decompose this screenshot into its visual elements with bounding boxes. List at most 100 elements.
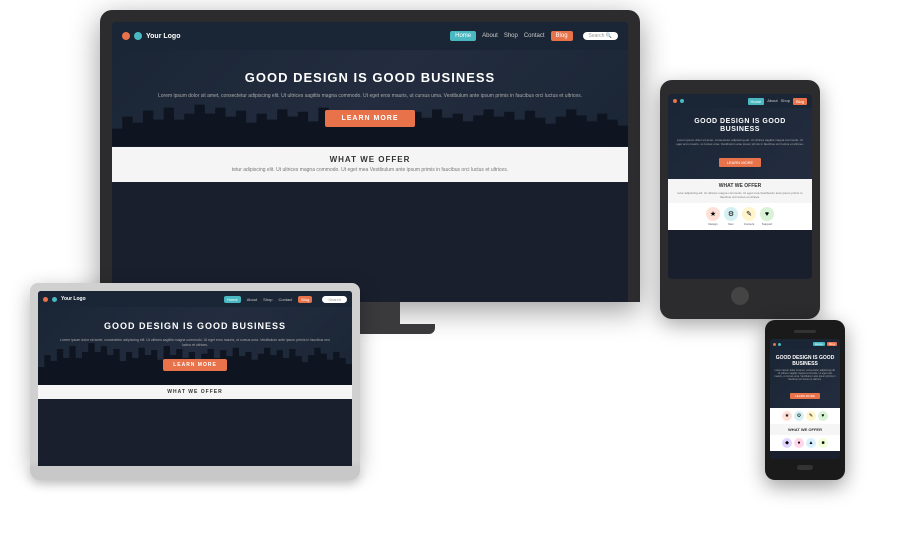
phone-nav-blog[interactable]: Blog [827, 342, 837, 346]
phone-speaker [794, 330, 816, 333]
tablet-icon-circle-3: ✎ [742, 207, 756, 221]
phone-hero-title: GOOD DESIGN IS GOOD BUSINESS [774, 355, 836, 367]
laptop-offer: WHAT WE OFFER [38, 385, 352, 399]
tablet-icons-row: ★ Design ⚙ Dev ✎ Content ♥ Support [668, 203, 812, 230]
tablet-icon-label-3: Content [744, 222, 755, 226]
monitor-cta-button[interactable]: LEARN MORE [325, 110, 414, 127]
tablet-icon-1: ★ Design [706, 207, 720, 226]
tablet-offer: WHAT WE OFFER tetur adipiscing elit. Ut … [668, 179, 812, 203]
phone-logo-dot-orange [773, 343, 776, 346]
laptop-search[interactable]: Search [322, 296, 347, 303]
laptop-logo-dot-orange [43, 297, 48, 302]
laptop-nav-blog[interactable]: Blog [298, 296, 312, 303]
tablet-icon-3: ✎ Content [742, 207, 756, 226]
phone-icon-1: ★ [782, 411, 792, 421]
scene: Your Logo Home About Shop Contact Blog S… [0, 0, 900, 540]
tablet-nav-shop[interactable]: Shop [781, 98, 790, 105]
tablet-hero-sub: Lorem ipsum dolor sit amet, consectetur … [676, 138, 804, 146]
laptop-hero-title: GOOD DESIGN IS GOOD BUSINESS [104, 321, 286, 332]
laptop-nav-shop[interactable]: Shop [263, 297, 272, 302]
tablet: Home About Shop Blog GOOD DESIGN IS GOOD… [660, 80, 820, 319]
tablet-nav-home[interactable]: Home [748, 98, 765, 105]
logo-dot-teal [134, 32, 142, 40]
tablet-frame: Home About Shop Blog GOOD DESIGN IS GOOD… [660, 80, 820, 319]
tablet-home-button[interactable] [731, 287, 749, 305]
laptop-screen: Your Logo Home About Shop Contact Blog S… [38, 291, 352, 466]
nav-contact[interactable]: Contact [524, 33, 545, 39]
monitor-offer: WHAT WE OFFER tetur adipiscing elit. Ut … [112, 147, 628, 183]
tablet-icon-circle-1: ★ [706, 207, 720, 221]
laptop-logo-text: Your Logo [61, 296, 86, 302]
nav-shop[interactable]: Shop [504, 33, 518, 39]
monitor-offer-title: WHAT WE OFFER [127, 155, 613, 164]
tablet-nav: Home About Shop Blog [668, 94, 812, 108]
phone-icon-3: ✎ [806, 411, 816, 421]
laptop-nav-links: Home About Shop Contact Blog Search [224, 296, 347, 303]
monitor-offer-text: tetur adipiscing elit. Ut ultrices magna… [127, 167, 613, 175]
tablet-nav-links: Home About Shop Blog [748, 98, 807, 105]
phone-offer: WHAT WE OFFER [770, 424, 840, 435]
laptop-nav-contact[interactable]: Contact [279, 297, 293, 302]
tablet-nav-blog[interactable]: Blog [793, 98, 807, 105]
tablet-icon-label-4: Support [762, 222, 773, 226]
phone-nav-links: Home Blog [813, 342, 837, 346]
monitor-nav: Your Logo Home About Shop Contact Blog S… [112, 22, 628, 50]
monitor-logo: Your Logo [122, 32, 180, 40]
tablet-icon-circle-4: ♥ [760, 207, 774, 221]
tablet-icon-label-2: Dev [728, 222, 733, 226]
tablet-offer-text: tetur adipiscing elit. Ut ultrices magna… [674, 191, 806, 199]
laptop-base [30, 466, 360, 480]
laptop-nav-home[interactable]: Home [224, 296, 241, 303]
tablet-screen: Home About Shop Blog GOOD DESIGN IS GOOD… [668, 94, 812, 279]
phone-screen: Home Blog GOOD DESIGN IS GOOD BUSINESS L… [770, 339, 840, 459]
phone-icon-6: ● [794, 438, 804, 448]
tablet-logo-dot-teal [680, 99, 684, 103]
laptop-nav-about[interactable]: About [247, 297, 257, 302]
laptop-offer-title: WHAT WE OFFER [46, 389, 344, 395]
tablet-icon-label-1: Design [708, 222, 717, 226]
tablet-nav-about[interactable]: About [767, 98, 777, 105]
laptop: Your Logo Home About Shop Contact Blog S… [30, 283, 360, 480]
phone-icon-2: ⚙ [794, 411, 804, 421]
monitor-hero-title: GOOD DESIGN IS GOOD BUSINESS [245, 70, 495, 86]
monitor-nav-links: Home About Shop Contact Blog Search 🔍 [450, 31, 618, 41]
phone-home-button[interactable] [797, 465, 813, 470]
phone-extra-icons: ◆ ● ▲ ■ [770, 435, 840, 451]
phone-icon-4: ♥ [818, 411, 828, 421]
phone: Home Blog GOOD DESIGN IS GOOD BUSINESS L… [765, 320, 845, 480]
laptop-cta-button[interactable]: LEARN MORE [163, 359, 227, 371]
phone-icon-7: ▲ [806, 438, 816, 448]
phone-frame: Home Blog GOOD DESIGN IS GOOD BUSINESS L… [765, 320, 845, 480]
tablet-icon-circle-2: ⚙ [724, 207, 738, 221]
laptop-nav: Your Logo Home About Shop Contact Blog S… [38, 291, 352, 307]
laptop-logo: Your Logo [43, 296, 86, 302]
phone-hero: GOOD DESIGN IS GOOD BUSINESS Lorem ipsum… [770, 349, 840, 408]
phone-hero-sub: Lorem ipsum dolor sit amet, consectetur … [774, 369, 836, 381]
laptop-logo-dot-teal [52, 297, 57, 302]
monitor-hero: GOOD DESIGN IS GOOD BUSINESS Lorem ipsum… [112, 50, 628, 147]
laptop-hero: GOOD DESIGN IS GOOD BUSINESS Lorem ipsum… [38, 307, 352, 385]
phone-icon-8: ■ [818, 438, 828, 448]
logo-dot-orange [122, 32, 130, 40]
tablet-hero-title: GOOD DESIGN IS GOOD BUSINESS [676, 118, 804, 135]
phone-icons-row: ★ ⚙ ✎ ♥ [770, 408, 840, 424]
phone-cta-button[interactable]: LEARN MORE [790, 393, 820, 399]
phone-nav-home[interactable]: Home [813, 342, 825, 346]
laptop-hero-subtitle: Lorem ipsum dolor sit amet, consectetur … [58, 338, 332, 349]
nav-home[interactable]: Home [450, 31, 476, 41]
laptop-frame: Your Logo Home About Shop Contact Blog S… [30, 283, 360, 466]
nav-about[interactable]: About [482, 33, 498, 39]
phone-icon-5: ◆ [782, 438, 792, 448]
nav-blog[interactable]: Blog [551, 31, 573, 41]
phone-nav: Home Blog [770, 339, 840, 349]
tablet-icon-2: ⚙ Dev [724, 207, 738, 226]
monitor-search[interactable]: Search 🔍 [583, 32, 618, 40]
monitor-frame: Your Logo Home About Shop Contact Blog S… [100, 10, 640, 302]
phone-logo-dot-teal [778, 343, 781, 346]
phone-offer-title: WHAT WE OFFER [773, 427, 837, 432]
tablet-hero: GOOD DESIGN IS GOOD BUSINESS Lorem ipsum… [668, 108, 812, 179]
tablet-cta-button[interactable]: LEARN MORE [719, 158, 761, 167]
tablet-logo-dot-orange [673, 99, 677, 103]
tablet-offer-title: WHAT WE OFFER [674, 183, 806, 189]
logo-text: Your Logo [146, 33, 180, 40]
